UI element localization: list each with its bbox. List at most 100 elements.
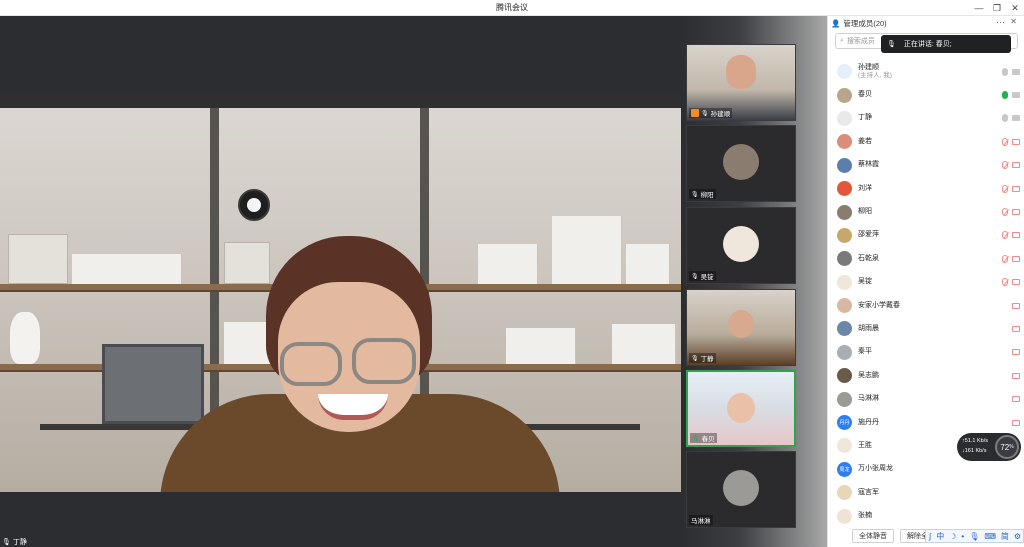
member-row[interactable]: 胡雨晨 <box>828 317 1024 340</box>
mic-muted-icon[interactable] <box>1002 278 1008 287</box>
members-icon: 👤 <box>831 18 841 28</box>
tile-name: 柳阳 <box>700 192 714 199</box>
keyboard-icon[interactable]: ⌨ <box>984 532 996 541</box>
member-row[interactable]: 孙建顺 (主持人, 我) <box>828 60 1024 83</box>
camera-off-icon[interactable] <box>1012 325 1020 332</box>
tile-name: 吴锭 <box>700 274 714 281</box>
member-row[interactable]: 邵爱萍 <box>828 224 1024 247</box>
video-tile[interactable]: 马淋淋 <box>686 451 796 528</box>
mic-icon[interactable]: 🎙 <box>969 532 979 541</box>
member-row[interactable]: 周龙 万小张周龙 <box>828 458 1024 481</box>
camera-off-icon[interactable] <box>1012 349 1020 356</box>
camera-off-icon[interactable] <box>1012 372 1020 379</box>
camera-off-icon[interactable] <box>1012 419 1020 426</box>
member-row[interactable]: 丹丹 施丹丹 <box>828 411 1024 434</box>
host-icon <box>691 109 699 117</box>
member-avatar <box>837 321 852 337</box>
member-row[interactable]: 吴锭 <box>828 271 1024 294</box>
member-avatar: 丹丹 <box>837 415 852 431</box>
close-panel-icon[interactable]: ✕ <box>1010 17 1017 26</box>
member-row[interactable]: 石乾泉 <box>828 247 1024 270</box>
more-icon[interactable]: ··· <box>996 17 1005 27</box>
main-video-stage[interactable]: 🎙 丁静 <box>0 16 681 547</box>
upload-speed: ↑51.1 Kb/s <box>962 438 988 444</box>
participant-avatar <box>723 469 759 506</box>
punctuation-icon[interactable]: • <box>961 532 964 541</box>
mic-active-icon[interactable] <box>1002 91 1008 100</box>
network-status-widget[interactable]: ↑51.1 Kb/s ↓161 Kb/s 72% <box>957 433 1021 461</box>
member-row[interactable]: 秦平 <box>828 341 1024 364</box>
mic-muted-icon[interactable] <box>1002 137 1008 146</box>
participant-avatar <box>723 225 759 262</box>
restore-icon[interactable]: ❐ <box>988 0 1006 16</box>
mic-icon[interactable] <box>1002 67 1008 76</box>
camera-off-icon[interactable] <box>1012 185 1020 192</box>
video-tile[interactable]: 🎙 丁静 <box>686 289 796 366</box>
member-avatar <box>837 485 852 501</box>
camera-off-icon[interactable] <box>1012 396 1020 403</box>
member-row[interactable]: 丁静 <box>828 107 1024 130</box>
panel-header: 👤 管理成员(20) ··· ✕ <box>828 16 1024 30</box>
window-title: 腾讯会议 <box>496 3 528 12</box>
camera-icon[interactable] <box>1012 68 1020 75</box>
ime-logo-icon[interactable]: ∫ <box>929 532 931 541</box>
mute-all-button[interactable]: 全体静音 <box>852 529 894 543</box>
member-avatar <box>837 298 852 314</box>
camera-off-icon[interactable] <box>1012 302 1020 309</box>
minimize-icon[interactable]: — <box>970 0 988 16</box>
participant-face <box>727 392 755 423</box>
gear-icon[interactable]: ⚙ <box>1014 532 1021 541</box>
member-avatar: 周龙 <box>837 461 852 477</box>
video-tile[interactable]: 🎙 柳阳 <box>686 125 796 202</box>
moon-icon[interactable]: ☽ <box>949 532 956 541</box>
laptop <box>102 344 204 424</box>
member-row[interactable]: 蔡林霞 <box>828 154 1024 177</box>
ime-simplified[interactable]: 简 <box>1001 531 1009 542</box>
camera-off-icon[interactable] <box>1012 279 1020 286</box>
member-row[interactable]: 马淋淋 <box>828 387 1024 410</box>
ime-mode[interactable]: 中 <box>936 531 944 542</box>
mic-icon[interactable] <box>1002 114 1008 123</box>
mic-icon: 🎙 <box>2 539 11 546</box>
tile-name: 孙建顺 <box>710 111 731 118</box>
member-name: 马淋淋 <box>858 395 879 403</box>
member-panel: 👤 管理成员(20) ··· ✕ ⌕ 搜索成员 🎙 正在讲话: 春贝; 孙建顺(… <box>827 16 1024 547</box>
camera-off-icon[interactable] <box>1012 232 1020 239</box>
member-name: 胡雨晨 <box>858 324 879 332</box>
member-row[interactable]: 安家小学戴春 <box>828 294 1024 317</box>
video-tile[interactable]: 🎙 吴锭 <box>686 207 796 284</box>
member-name: 施丹丹 <box>858 418 879 426</box>
member-row[interactable]: 春贝 <box>828 83 1024 106</box>
mic-muted-icon[interactable] <box>1002 231 1008 240</box>
member-name: 吴志鹏 <box>858 371 879 379</box>
camera-icon[interactable] <box>1012 115 1020 122</box>
ime-toolbar[interactable]: ∫ 中 ☽ • 🎙 ⌨ 简 ⚙ <box>925 529 1024 543</box>
member-row[interactable]: 柳阳 <box>828 200 1024 223</box>
member-row[interactable]: 吴志鹏 <box>828 364 1024 387</box>
camera-off-icon[interactable] <box>1012 255 1020 262</box>
mic-muted-icon[interactable] <box>1002 161 1008 170</box>
member-row[interactable]: 刘洋 <box>828 177 1024 200</box>
video-tile[interactable]: 🎙 孙建顺 <box>686 44 796 121</box>
mic-muted-icon[interactable] <box>1002 184 1008 193</box>
mic-muted-icon[interactable] <box>1002 254 1008 263</box>
member-name: 刘洋 <box>858 184 872 192</box>
camera-off-icon[interactable] <box>1012 209 1020 216</box>
close-icon[interactable]: ✕ <box>1006 0 1024 16</box>
wall-clock <box>238 189 270 221</box>
camera-icon[interactable] <box>1012 92 1020 99</box>
download-speed: ↓161 Kb/s <box>962 448 987 454</box>
camera-off-icon[interactable] <box>1012 138 1020 145</box>
member-row[interactable]: 姜若 <box>828 130 1024 153</box>
member-row[interactable]: 寇言军 <box>828 481 1024 504</box>
member-avatar <box>837 157 852 173</box>
camera-off-icon[interactable] <box>1012 162 1020 169</box>
member-avatar <box>837 274 852 290</box>
video-tile-active[interactable]: 🎙 春贝 <box>686 370 796 447</box>
member-avatar <box>837 438 852 454</box>
mic-muted-icon[interactable] <box>1002 208 1008 217</box>
member-name: 秦平 <box>858 348 872 356</box>
member-name: 春贝 <box>858 91 872 99</box>
participant-avatar <box>723 143 759 180</box>
member-avatar <box>837 227 852 243</box>
